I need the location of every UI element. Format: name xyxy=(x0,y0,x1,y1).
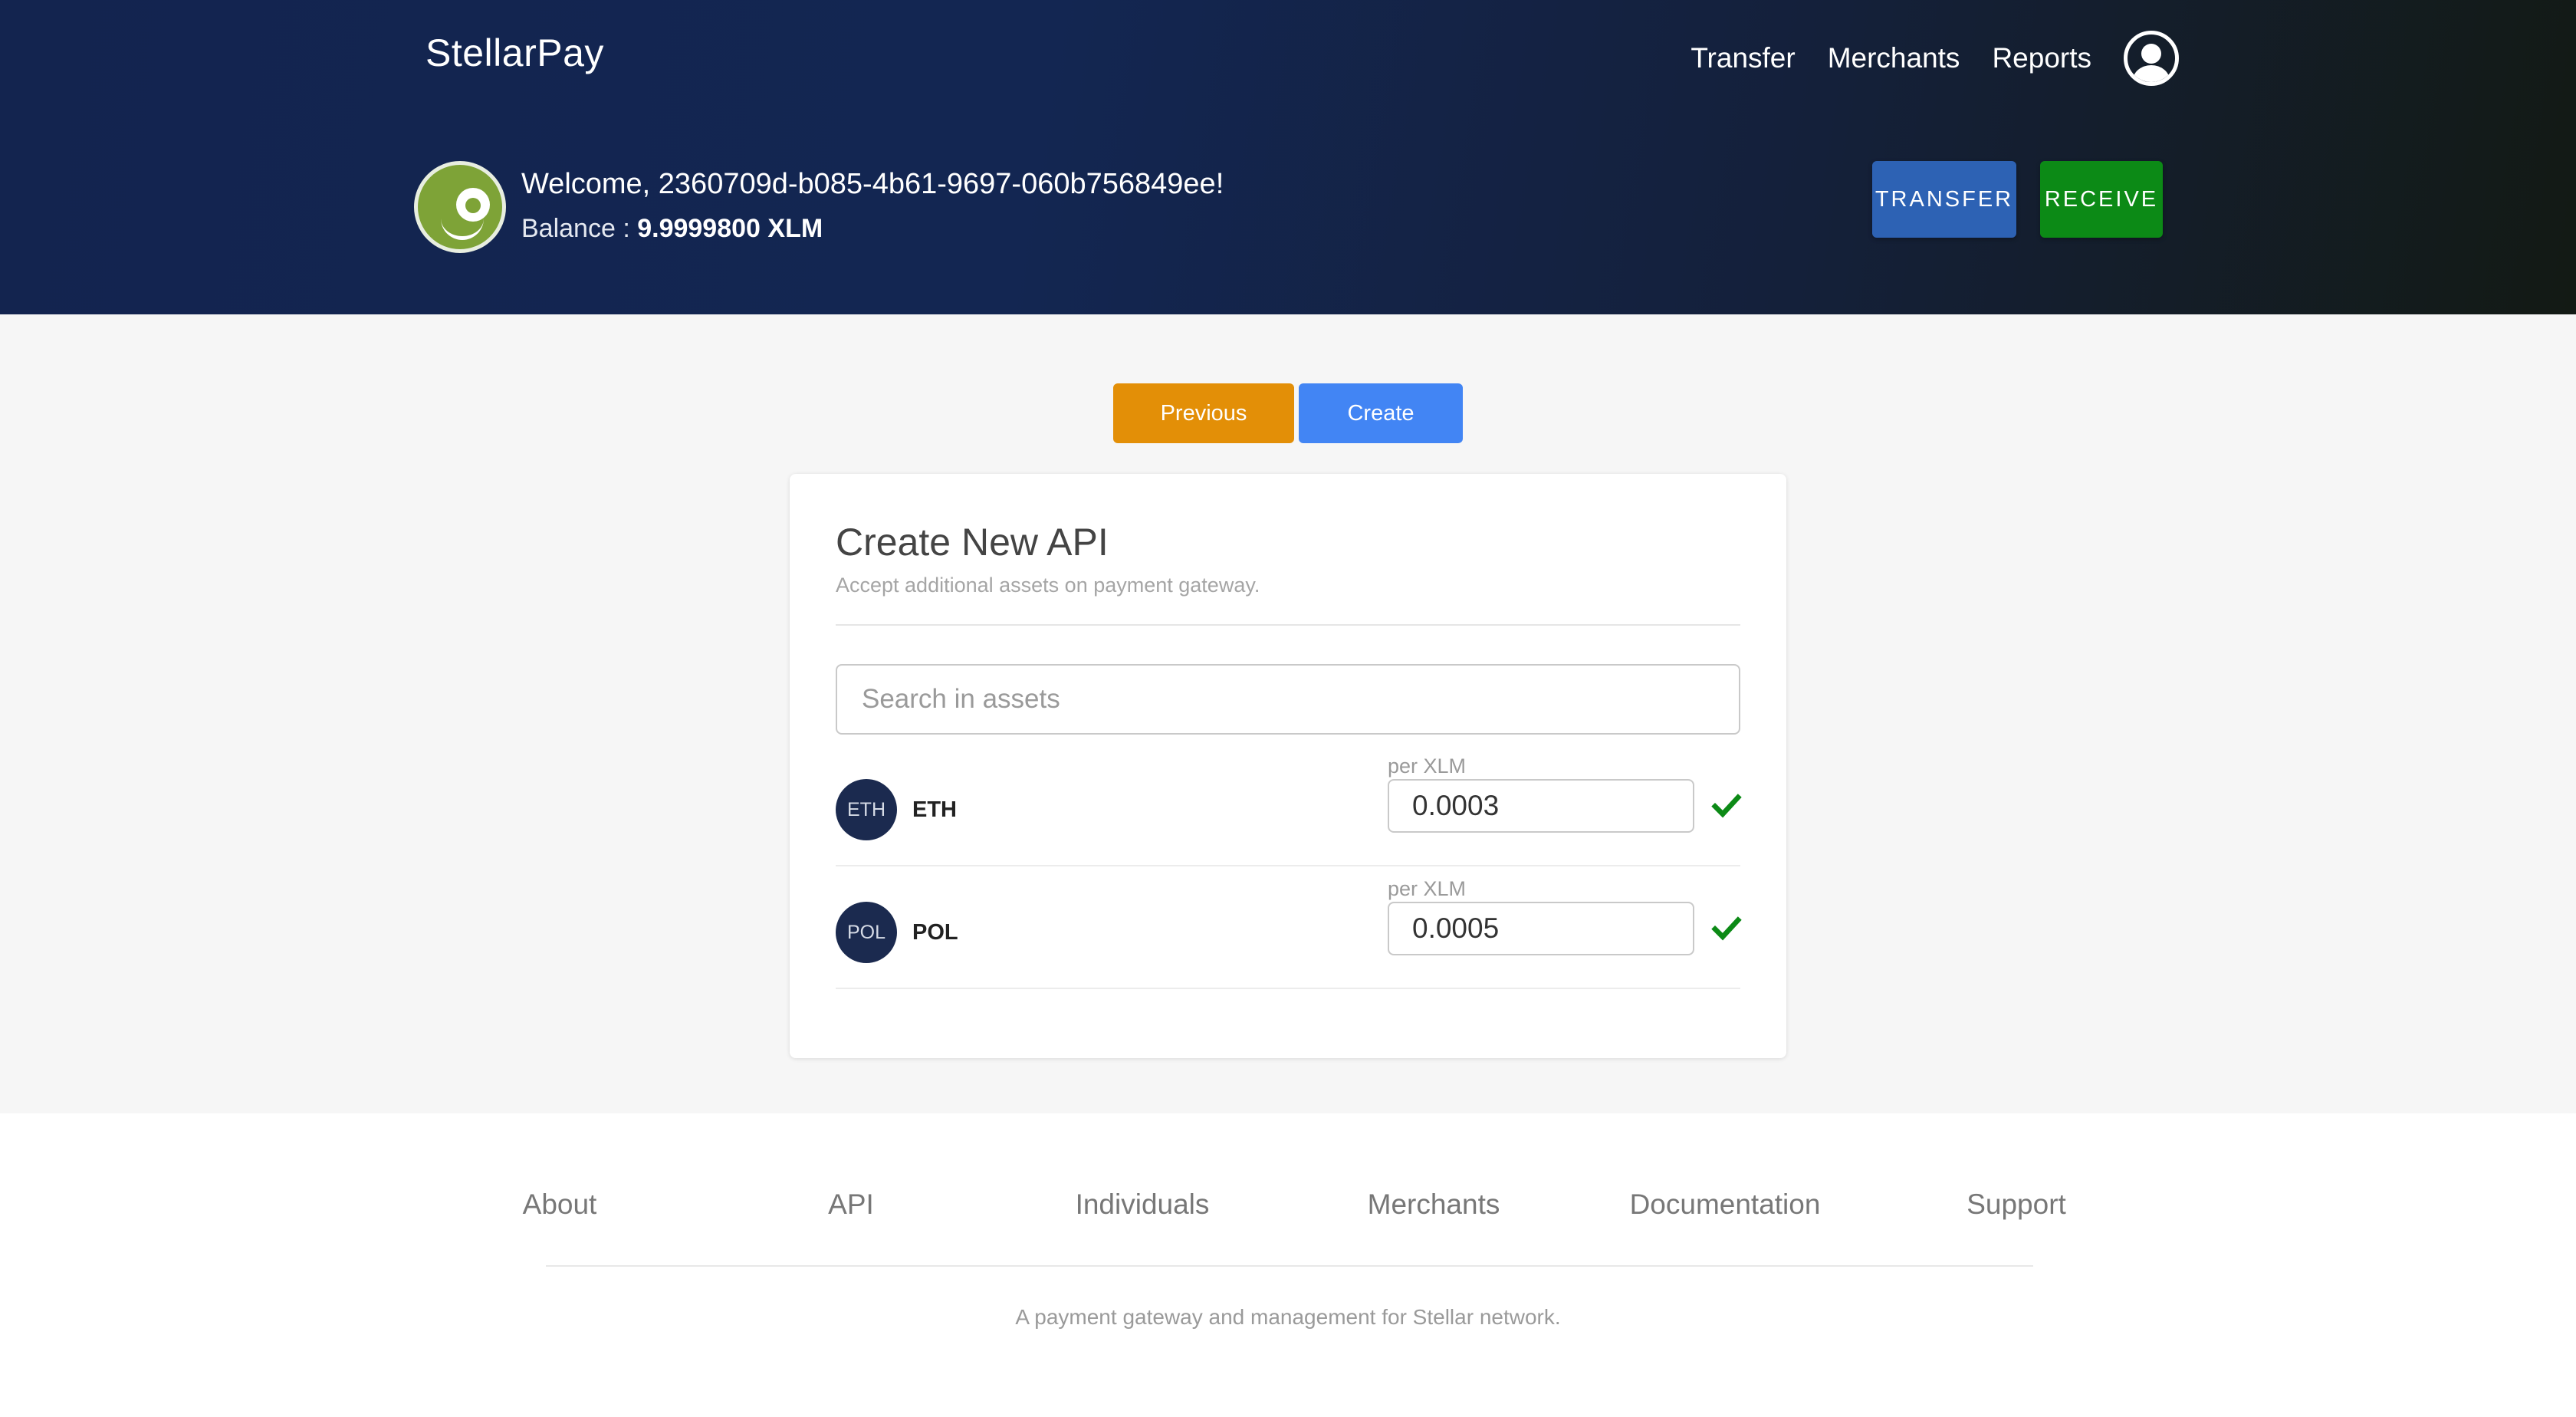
nav-merchants[interactable]: Merchants xyxy=(1828,42,1960,74)
welcome-message: Welcome, 2360709d-b085-4b61-9697-060b756… xyxy=(521,168,1224,200)
footer-links: About API Individuals Merchants Document… xyxy=(0,1189,2576,1227)
avatar xyxy=(414,161,506,253)
create-api-card: Create New API Accept additional assets … xyxy=(790,474,1786,1058)
nav-transfer[interactable]: Transfer xyxy=(1691,42,1795,74)
user-account-icon[interactable] xyxy=(2124,31,2179,86)
check-icon xyxy=(1711,794,1742,818)
footer-link-api[interactable]: API xyxy=(828,1189,874,1221)
user-icon-body xyxy=(2133,65,2170,82)
asset-row: POL POL per XLM xyxy=(836,866,1742,989)
header: StellarPay Transfer Merchants Reports We… xyxy=(0,0,2576,314)
main-content: Previous Create Create New API Accept ad… xyxy=(0,314,2576,1113)
transfer-button[interactable]: TRANSFER xyxy=(1872,161,2016,238)
rate-input[interactable] xyxy=(1388,779,1694,833)
footer-link-support[interactable]: Support xyxy=(1967,1189,2066,1221)
welcome-block: Welcome, 2360709d-b085-4b61-9697-060b756… xyxy=(521,165,1224,248)
avatar-smile xyxy=(441,214,484,240)
footer-link-about[interactable]: About xyxy=(523,1189,597,1221)
balance-label: Balance : xyxy=(521,214,638,243)
nav-reports[interactable]: Reports xyxy=(1992,42,2091,74)
rate-input[interactable] xyxy=(1388,902,1694,955)
balance-amount: 9.9999800 XLM xyxy=(637,214,823,243)
card-title: Create New API xyxy=(836,521,1109,564)
asset-search-input[interactable] xyxy=(836,664,1740,735)
footer-link-documentation[interactable]: Documentation xyxy=(1630,1189,1821,1221)
rate-label: per XLM xyxy=(1388,755,1467,778)
top-nav: Transfer Merchants Reports xyxy=(1691,29,2179,87)
footer-link-merchants[interactable]: Merchants xyxy=(1368,1189,1500,1221)
footer-tagline: A payment gateway and management for Ste… xyxy=(1015,1305,1561,1329)
footer-divider xyxy=(546,1265,2033,1267)
asset-name: POL xyxy=(912,920,958,945)
card-subtitle: Accept additional assets on payment gate… xyxy=(836,574,1260,597)
footer-link-individuals[interactable]: Individuals xyxy=(1076,1189,1210,1221)
rate-label: per XLM xyxy=(1388,877,1467,900)
asset-name: ETH xyxy=(912,797,957,822)
footer: About API Individuals Merchants Document… xyxy=(0,1113,2576,1417)
card-divider xyxy=(836,624,1740,626)
avatar-pupil xyxy=(465,198,481,213)
asset-row: ETH ETH per XLM xyxy=(836,744,1742,866)
balance: Balance : 9.9999800 XLM xyxy=(521,209,1224,248)
previous-button[interactable]: Previous xyxy=(1113,383,1294,443)
asset-badge-icon: POL xyxy=(836,902,897,963)
asset-badge-icon: ETH xyxy=(836,779,897,840)
brand-logo[interactable]: StellarPay xyxy=(426,31,604,75)
create-button[interactable]: Create xyxy=(1299,383,1463,443)
receive-button[interactable]: RECEIVE xyxy=(2040,161,2163,238)
check-icon xyxy=(1711,916,1742,941)
user-icon-head xyxy=(2141,44,2161,64)
